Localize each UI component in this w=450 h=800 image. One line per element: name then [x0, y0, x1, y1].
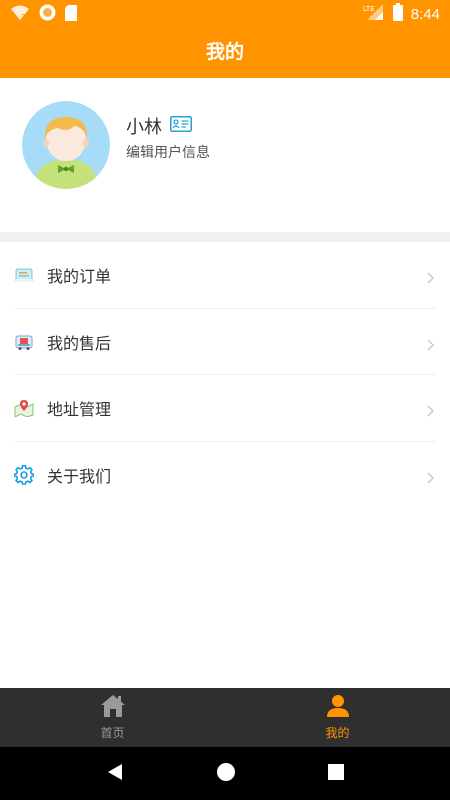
- tab-label: 我的: [325, 726, 350, 740]
- status-bar: ? LTE 8:44: [0, 0, 450, 26]
- profile-card[interactable]: 小林 编辑用户信息: [0, 78, 450, 232]
- signal-icon: LTE: [363, 3, 385, 25]
- menu-item-label: 地址管理: [47, 400, 112, 420]
- chevron-right-icon: [427, 402, 434, 417]
- home-circle-icon[interactable]: [216, 762, 236, 786]
- menu-list: 我的订单 我的售后 地址管理 关于我们: [0, 242, 450, 508]
- person-icon: [326, 694, 350, 722]
- menu-item-orders[interactable]: 我的订单: [0, 242, 450, 309]
- address-icon: [14, 398, 34, 418]
- profile-name-row[interactable]: 小林: [126, 113, 192, 139]
- menu-item-label: 我的售后: [47, 333, 112, 353]
- battery-icon: [392, 3, 403, 25]
- tab-home[interactable]: 首页: [0, 688, 225, 747]
- wifi-icon: ?: [10, 5, 30, 25]
- menu-item-label: 关于我们: [47, 466, 112, 486]
- gear-icon: [14, 464, 34, 485]
- avatar-boy-icon[interactable]: [22, 101, 110, 189]
- menu-item-label: 我的订单: [47, 267, 112, 287]
- sd-card-icon: [65, 4, 77, 25]
- profile-name: 小林: [126, 117, 162, 138]
- section-divider: [0, 232, 450, 242]
- after-sales-icon: [14, 332, 34, 352]
- tab-mine[interactable]: 我的: [225, 688, 450, 747]
- chevron-right-icon: [427, 336, 434, 351]
- orders-icon: [14, 265, 34, 285]
- back-icon[interactable]: [106, 763, 124, 785]
- id-card-icon[interactable]: [170, 115, 192, 137]
- status-right-icons: LTE 8:44: [363, 3, 440, 25]
- status-time: 8:44: [410, 5, 440, 23]
- status-left-icons: ?: [10, 4, 77, 25]
- chevron-right-icon: [427, 469, 434, 484]
- svg-text:?: ?: [21, 13, 25, 21]
- edit-profile-link[interactable]: 编辑用户信息: [126, 142, 210, 162]
- app-notification-icon: [39, 4, 56, 25]
- system-nav-bar: [0, 747, 450, 800]
- svg-text:LTE: LTE: [363, 5, 375, 13]
- page-title: 我的: [0, 26, 450, 78]
- recents-icon[interactable]: [328, 763, 344, 784]
- tab-label: 首页: [100, 726, 125, 740]
- bottom-tab-bar: 首页 我的: [0, 688, 450, 747]
- home-icon: [100, 694, 126, 722]
- menu-item-about[interactable]: 关于我们: [0, 442, 450, 509]
- menu-item-after-sales[interactable]: 我的售后: [0, 309, 450, 375]
- menu-item-address[interactable]: 地址管理: [0, 375, 450, 442]
- chevron-right-icon: [427, 269, 434, 284]
